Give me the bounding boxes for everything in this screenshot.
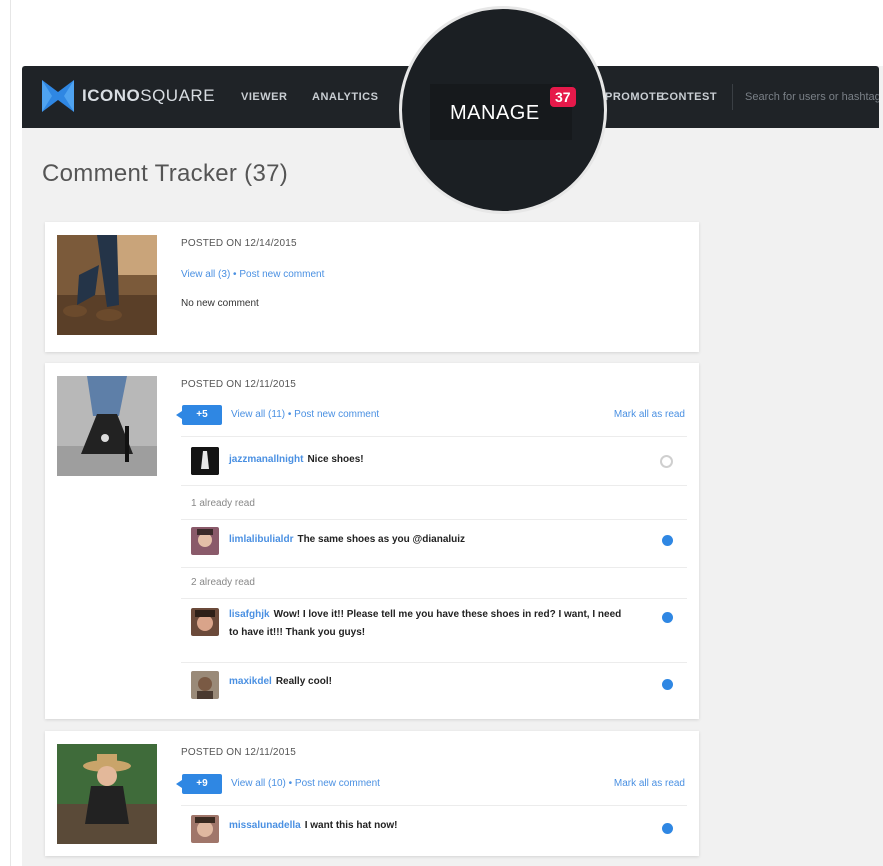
- mark-all-read-link[interactable]: Mark all as read: [614, 409, 685, 420]
- comment-row: maxikdel Really cool!: [191, 669, 687, 701]
- avatar-image: [191, 527, 219, 555]
- comment-username[interactable]: lisafghjk: [229, 609, 270, 620]
- unread-status-icon[interactable]: [662, 823, 673, 834]
- already-read-label[interactable]: 1 already read: [191, 498, 255, 509]
- avatar-image: [191, 815, 219, 843]
- new-comments-badge: +5: [176, 405, 222, 425]
- nav-contest[interactable]: CONTEST: [661, 91, 717, 103]
- mark-all-read-link[interactable]: Mark all as read: [614, 778, 685, 789]
- comment-username[interactable]: jazzmanallnight: [229, 454, 303, 465]
- new-comments-badge: +9: [176, 774, 222, 794]
- divider: [181, 485, 687, 486]
- avatar[interactable]: [191, 447, 219, 475]
- post-thumbnail[interactable]: [57, 744, 157, 844]
- comment-body: The same shoes as you @dianaluiz: [297, 534, 466, 545]
- avatar[interactable]: [191, 608, 219, 636]
- avatar-image: [191, 671, 219, 699]
- brand-name-thin: SQUARE: [140, 86, 216, 105]
- comment-text: missalunadella I want this hat now!: [229, 817, 629, 835]
- divider: [181, 662, 687, 663]
- manage-label[interactable]: MANAGE: [450, 102, 540, 125]
- divider: [181, 567, 687, 568]
- brand-name: ICONOSQUARE: [82, 86, 215, 106]
- unread-status-icon[interactable]: [662, 535, 673, 546]
- avatar[interactable]: [191, 527, 219, 555]
- search-input[interactable]: Search for users or hashtags: [732, 84, 879, 110]
- unread-status-icon[interactable]: [662, 679, 673, 690]
- comment-body: Really cool!: [275, 676, 332, 687]
- iconosquare-logo-icon: [42, 80, 74, 112]
- nav-viewer[interactable]: VIEWER: [241, 91, 287, 103]
- comment-username[interactable]: missalunadella: [229, 820, 301, 831]
- posted-date: POSTED ON 12/14/2015: [181, 238, 297, 249]
- read-status-icon[interactable]: [660, 455, 673, 468]
- post-card: POSTED ON 12/14/2015 View all (3) • Post…: [45, 222, 699, 352]
- no-new-comment-text: No new comment: [181, 298, 259, 309]
- left-border: [10, 0, 11, 866]
- post-card: POSTED ON 12/11/2015 +9 View all (10) • …: [45, 731, 699, 856]
- comment-body: Wow! I love it!! Please tell me you have…: [229, 609, 622, 638]
- comment-text: jazzmanallnight Nice shoes!: [229, 451, 629, 469]
- comment-body: I want this hat now!: [304, 820, 398, 831]
- post-thumbnail[interactable]: [57, 235, 157, 335]
- post-photo-legs: [57, 235, 157, 335]
- comment-row: jazzmanallnight Nice shoes!: [191, 447, 687, 477]
- comment-body: Nice shoes!: [307, 454, 364, 465]
- post-thumbnail[interactable]: [57, 376, 157, 476]
- comment-username[interactable]: limlalibulialdr: [229, 534, 293, 545]
- avatar[interactable]: [191, 815, 219, 843]
- posted-date: POSTED ON 12/11/2015: [181, 747, 296, 758]
- divider: [181, 519, 687, 520]
- post-card: POSTED ON 12/11/2015 +5 View all (11) • …: [45, 363, 699, 719]
- avatar[interactable]: [191, 671, 219, 699]
- manage-count-badge: 37: [550, 87, 576, 107]
- nav-promote[interactable]: PROMOTE: [605, 91, 664, 103]
- brand-logo[interactable]: ICONOSQUARE: [42, 80, 215, 112]
- comment-row: limlalibulialdr The same shoes as you @di…: [191, 527, 687, 557]
- avatar-image: [191, 608, 219, 636]
- view-all-link[interactable]: View all (11) • Post new comment: [231, 409, 379, 420]
- brand-name-bold: ICONO: [82, 86, 141, 105]
- magnifier-callout: MANAGE 37: [399, 6, 607, 214]
- divider: [181, 805, 687, 806]
- post-photo-heels: [57, 376, 157, 476]
- post-photo-hat: [57, 744, 157, 844]
- comment-username[interactable]: maxikdel: [229, 676, 272, 687]
- page-title: Comment Tracker (37): [42, 160, 289, 187]
- view-all-link[interactable]: View all (3) • Post new comment: [181, 269, 324, 280]
- comment-text: limlalibulialdr The same shoes as you @di…: [229, 531, 629, 549]
- posted-date: POSTED ON 12/11/2015: [181, 379, 296, 390]
- already-read-label[interactable]: 2 already read: [191, 577, 255, 588]
- avatar-image: [191, 447, 219, 475]
- nav-analytics[interactable]: ANALYTICS: [312, 91, 378, 103]
- comment-row: missalunadella I want this hat now!: [191, 813, 687, 845]
- comment-text: lisafghjk Wow! I love it!! Please tell me…: [229, 606, 629, 642]
- view-all-link[interactable]: View all (10) • Post new comment: [231, 778, 380, 789]
- divider: [181, 598, 687, 599]
- divider: [181, 436, 687, 437]
- unread-status-icon[interactable]: [662, 612, 673, 623]
- comment-text: maxikdel Really cool!: [229, 673, 629, 691]
- comment-row: lisafghjk Wow! I love it!! Please tell me…: [191, 606, 687, 650]
